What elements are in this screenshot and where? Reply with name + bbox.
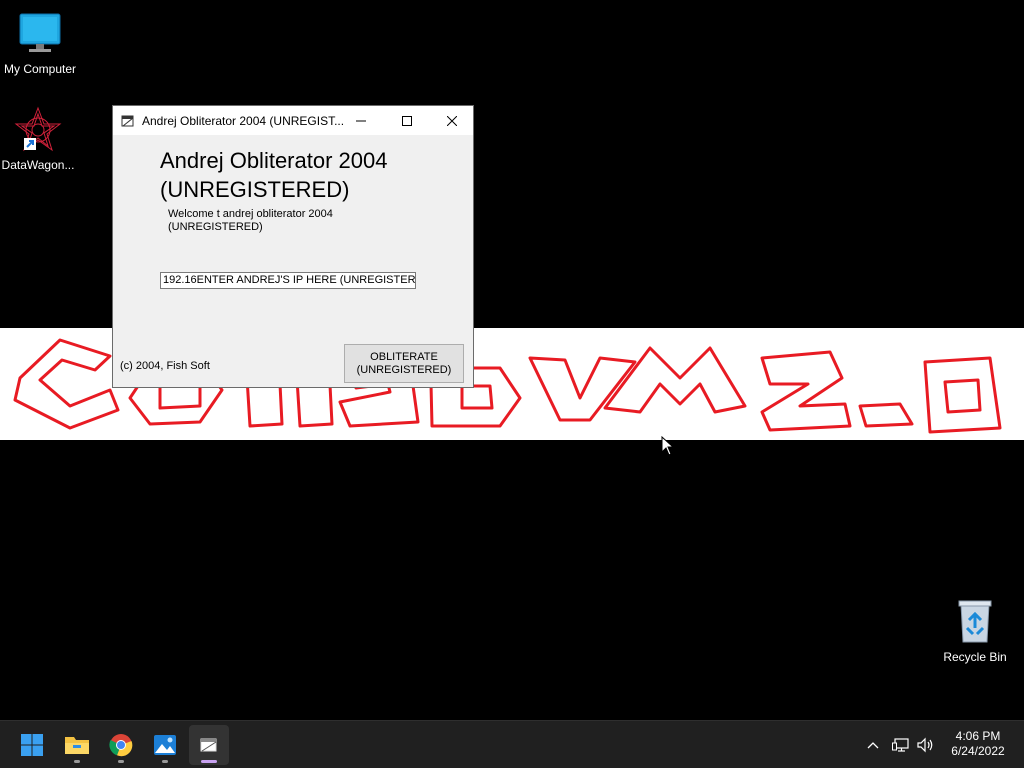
my-computer-shortcut[interactable]: My Computer — [0, 10, 80, 76]
network-button[interactable] — [890, 721, 912, 768]
minimize-icon — [356, 120, 366, 121]
taskbar-file-explorer[interactable] — [57, 725, 97, 765]
obliterate-button-line2: (UNREGISTERED) — [356, 363, 452, 376]
taskbar-chrome[interactable] — [101, 725, 141, 765]
app-window-icon — [200, 738, 217, 752]
datawagon-shortcut[interactable]: DataWagon... — [0, 106, 78, 172]
datawagon-icon — [14, 106, 62, 154]
folder-icon — [65, 737, 89, 754]
show-hidden-icons-button[interactable] — [862, 721, 884, 768]
monitor-icon — [16, 10, 64, 58]
windows-start-icon — [21, 734, 43, 756]
window-title: Andrej Obliterator 2004 (UNREGIST... — [142, 113, 345, 128]
minimize-button[interactable] — [338, 106, 384, 135]
app-heading-line1: Andrej Obliterator 2004 — [160, 148, 388, 173]
close-icon — [447, 115, 457, 126]
app-window-icon — [121, 115, 134, 126]
window-titlebar[interactable]: Andrej Obliterator 2004 (UNREGIST... — [113, 106, 473, 135]
maximize-icon — [402, 115, 412, 126]
app-heading-line2: (UNREGISTERED) — [160, 177, 350, 202]
taskbar-obliterator[interactable] — [189, 725, 229, 765]
chevron-up-icon — [867, 741, 879, 748]
recycle-bin-label: Recycle Bin — [943, 650, 1007, 664]
copyright-text: (c) 2004, Fish Soft — [120, 360, 210, 372]
desktop: My Computer DataWagon... Recycle Bin And… — [0, 0, 1024, 720]
welcome-text: Welcome t andrej obliterator 2004 (UNREG… — [168, 208, 368, 234]
running-indicator — [74, 760, 80, 763]
running-indicator — [118, 760, 124, 763]
ip-address-input[interactable]: 192.16ENTER ANDREJ'S IP HERE (UNREGISTER… — [160, 272, 416, 289]
clock-time: 4:06 PM — [955, 729, 1001, 743]
obliterator-window: Andrej Obliterator 2004 (UNREGIST... And… — [112, 105, 474, 388]
volume-icon — [917, 737, 933, 752]
recycle-bin-shortcut[interactable]: Recycle Bin — [935, 598, 1015, 664]
chrome-icon — [109, 734, 133, 757]
obliterate-button[interactable]: OBLITERATE (UNREGISTERED) — [344, 344, 464, 383]
obliterate-button-line1: OBLITERATE — [370, 350, 438, 363]
welcome-line2: (UNREGISTERED) — [168, 221, 263, 233]
close-button[interactable] — [429, 106, 475, 135]
running-indicator — [162, 760, 168, 763]
recycle-bin-icon — [951, 598, 999, 646]
start-button[interactable] — [12, 725, 52, 765]
taskbar: 4:06 PM 6/24/2022 — [0, 720, 1024, 768]
photos-icon — [154, 735, 176, 755]
clock-date: 6/24/2022 — [951, 744, 1005, 758]
taskbar-photos[interactable] — [145, 725, 185, 765]
active-indicator — [201, 760, 217, 763]
system-clock[interactable]: 4:06 PM 6/24/2022 — [940, 729, 1016, 759]
maximize-button[interactable] — [384, 106, 430, 135]
network-icon — [892, 737, 909, 752]
mouse-cursor-icon — [661, 436, 675, 456]
app-heading: Andrej Obliterator 2004 (UNREGISTERED) — [160, 146, 460, 204]
my-computer-label: My Computer — [3, 62, 77, 76]
datawagon-label: DataWagon... — [1, 158, 75, 172]
welcome-line1: Welcome t andrej obliterator 2004 — [168, 208, 333, 220]
volume-button[interactable] — [915, 721, 937, 768]
